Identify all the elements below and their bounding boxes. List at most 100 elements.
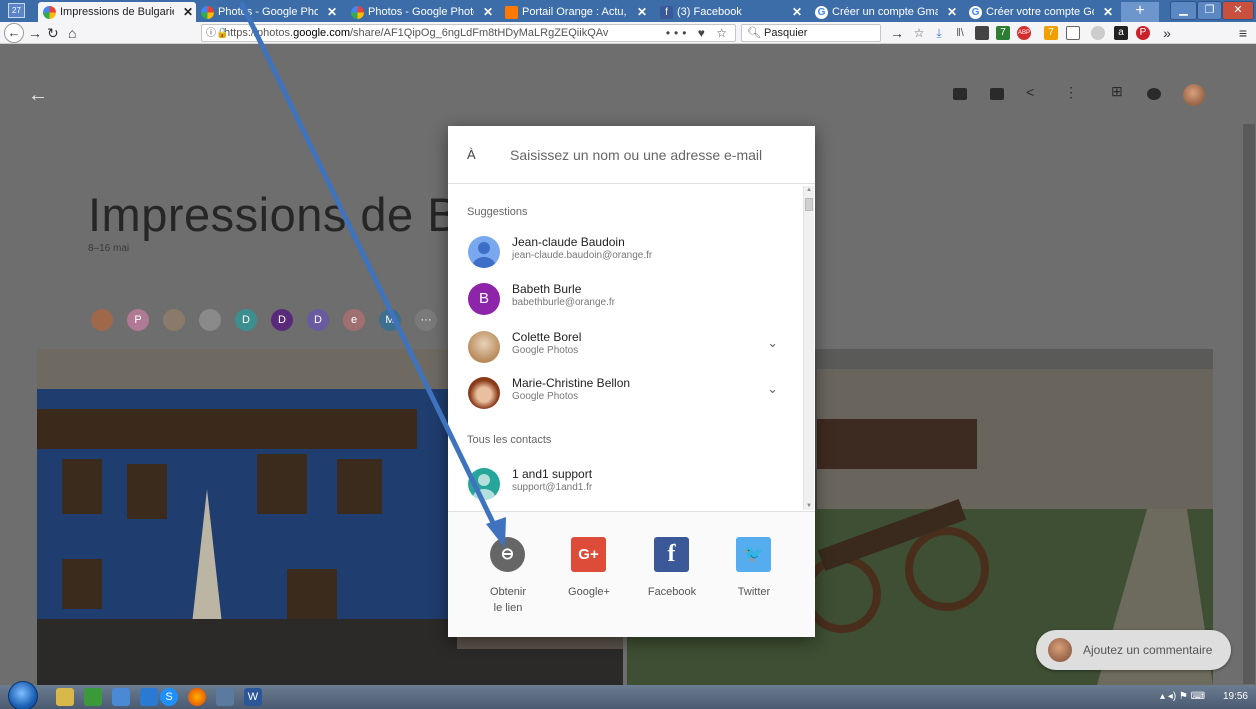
windows-taskbar: S W ▴ ◂) ⚑ ⌨ 19:56 xyxy=(0,681,1256,709)
contact-colette-borel[interactable]: Colette Borel Google Photos ⌄ xyxy=(448,325,798,371)
google-plus-option[interactable]: G+ Google+ xyxy=(554,512,624,638)
sidebar-icon[interactable] xyxy=(1066,26,1080,40)
close-tab-icon[interactable]: ✕ xyxy=(1103,2,1113,22)
suggestions-heading: Suggestions xyxy=(467,206,528,218)
overflow-menu-icon[interactable]: » xyxy=(1160,26,1174,40)
get-link-label: Obtenir le lien xyxy=(489,586,527,614)
tray-icons[interactable]: ▴ ◂) ⚑ ⌨ xyxy=(1160,691,1205,702)
chevron-down-icon[interactable]: ⌄ xyxy=(767,335,778,351)
twitter-option[interactable]: 🐦 Twitter xyxy=(719,512,789,638)
facebook-icon: f xyxy=(654,537,689,572)
chevron-down-icon[interactable]: ⌄ xyxy=(767,381,778,397)
app-icon[interactable] xyxy=(84,688,102,706)
person-icon xyxy=(473,474,495,500)
google-photos-icon xyxy=(43,6,56,19)
tab-impressions-de-bulgarie[interactable]: Impressions de Bulgarie ✕ xyxy=(38,2,196,22)
maximize-button[interactable]: ❐ xyxy=(1197,1,1222,20)
home-icon[interactable]: ⌂ xyxy=(68,25,76,41)
new-tab-button[interactable]: + xyxy=(1121,2,1159,22)
search-go-icon[interactable]: → xyxy=(890,25,904,41)
download-icon[interactable]: ⤓ xyxy=(932,26,946,40)
tab-photos-1[interactable]: Photos - Google Photos ✕ xyxy=(196,2,340,22)
minimize-button[interactable]: ▁ xyxy=(1170,1,1197,20)
contact-avatar xyxy=(468,377,500,409)
contact-avatar: B xyxy=(468,283,500,315)
contact-avatar xyxy=(468,236,500,268)
app-icon[interactable] xyxy=(140,688,158,706)
address-bar[interactable]: ⓘ🔒 https://photos.google.com/share/AF1Qi… xyxy=(201,24,736,42)
recipient-row: À xyxy=(448,126,815,184)
close-tab-icon[interactable]: ✕ xyxy=(947,2,957,22)
skype-icon[interactable]: S xyxy=(160,688,178,706)
word-icon[interactable]: W xyxy=(244,688,262,706)
recipient-input[interactable] xyxy=(510,142,800,168)
lock-icon: ⓘ🔒 xyxy=(206,28,229,39)
contact-suggestions-list: Suggestions Jean-claude Baudoin jean-cla… xyxy=(448,185,815,510)
link-icon: ⊖ xyxy=(490,537,525,572)
firefox-icon[interactable] xyxy=(188,688,206,706)
tab-portail-orange[interactable]: Portail Orange : Actu, Sp ✕ xyxy=(500,2,650,22)
url-path: /share/AF1QipOg_6ngLdFm8tHDyMaLRgZEQiikQ… xyxy=(349,27,609,39)
hamburger-menu-icon[interactable]: ≡ xyxy=(1236,26,1250,40)
tab-facebook[interactable]: f (3) Facebook ✕ xyxy=(655,2,805,22)
extension-badge-icon[interactable]: 7 xyxy=(996,26,1010,40)
search-value: Pasquier xyxy=(764,27,808,39)
google-plus-icon: G+ xyxy=(571,537,606,572)
close-tab-icon[interactable]: ✕ xyxy=(637,2,647,22)
orange-icon xyxy=(505,6,518,19)
share-options-row: ⊖ Obtenir le lien G+ Google+ f Facebook … xyxy=(448,511,815,637)
add-comment-label: Ajoutez un commentaire xyxy=(1083,643,1213,657)
calendar-icon[interactable]: 27 xyxy=(8,3,25,18)
add-comment-button[interactable]: Ajoutez un commentaire xyxy=(1036,630,1231,670)
library-icon[interactable]: ‖\ xyxy=(953,26,967,40)
user-avatar xyxy=(1048,638,1072,662)
reading-list-icon[interactable]: ☆ xyxy=(912,26,926,40)
extension-icon[interactable] xyxy=(975,26,989,40)
page-actions-icon[interactable]: ••• ♥ ☆ xyxy=(665,25,731,41)
contact-jean-claude-baudoin[interactable]: Jean-claude Baudoin jean-claude.baudoin@… xyxy=(448,230,798,276)
clock: 19:56 xyxy=(1222,691,1248,702)
scroll-up-icon[interactable]: ▲ xyxy=(806,187,812,193)
close-window-button[interactable]: ✕ xyxy=(1222,1,1254,20)
person-icon xyxy=(473,242,495,268)
app-icon[interactable] xyxy=(216,688,234,706)
url-prefix: https://photos. xyxy=(224,27,294,39)
forward-arrow-icon[interactable]: → xyxy=(28,25,42,41)
contacts-scrollbar[interactable]: ▲ ▼ xyxy=(803,186,814,510)
navigation-bar: ← → ↻ ⌂ ⓘ🔒 https://photos.google.com/sha… xyxy=(0,22,1256,44)
close-tab-icon[interactable]: ✕ xyxy=(792,2,802,22)
close-tab-icon[interactable]: ✕ xyxy=(183,2,193,22)
extension-icon[interactable] xyxy=(1091,26,1105,40)
reload-icon[interactable]: ↻ xyxy=(47,25,59,41)
explorer-icon[interactable] xyxy=(56,688,74,706)
contact-avatar xyxy=(468,331,500,363)
facebook-icon: f xyxy=(660,6,673,19)
facebook-option[interactable]: f Facebook xyxy=(637,512,707,638)
tab-photos-2[interactable]: Photos - Google Photos ✕ xyxy=(346,2,496,22)
extension-badge-icon[interactable]: 7 xyxy=(1044,26,1058,40)
scrollbar-thumb[interactable] xyxy=(805,198,813,211)
close-tab-icon[interactable]: ✕ xyxy=(483,2,493,22)
google-icon: G xyxy=(815,6,828,19)
twitter-icon: 🐦 xyxy=(736,537,771,572)
adblock-icon[interactable]: ABP xyxy=(1017,26,1031,40)
amazon-icon[interactable]: a xyxy=(1114,26,1128,40)
search-icon: 🔍︎ xyxy=(747,27,761,39)
google-icon: G xyxy=(969,6,982,19)
contact-babeth-burle[interactable]: B Babeth Burle babethburle@orange.fr xyxy=(448,277,798,323)
tab-creer-compte-google[interactable]: G Créer votre compte Goo ✕ xyxy=(964,2,1116,22)
close-tab-icon[interactable]: ✕ xyxy=(327,2,337,22)
scroll-down-icon[interactable]: ▼ xyxy=(806,503,812,509)
tab-creer-compte-gmail[interactable]: G Créer un compte Gmail ✕ xyxy=(810,2,960,22)
google-photos-icon xyxy=(201,6,214,19)
start-button[interactable] xyxy=(8,681,38,709)
app-icon[interactable] xyxy=(112,688,130,706)
url-domain: google.com xyxy=(293,27,350,39)
contact-1and1-support[interactable]: 1 and1 support support@1and1.fr xyxy=(448,462,798,508)
google-plus-label: Google+ xyxy=(568,586,610,598)
pinterest-icon[interactable]: P xyxy=(1136,26,1150,40)
search-field[interactable]: 🔍︎ Pasquier xyxy=(741,24,881,42)
contact-marie-christine-bellon[interactable]: Marie-Christine Bellon Google Photos ⌄ xyxy=(448,371,798,417)
back-arrow-icon[interactable]: ← xyxy=(4,23,24,43)
get-link-option[interactable]: ⊖ Obtenir le lien xyxy=(473,512,543,638)
